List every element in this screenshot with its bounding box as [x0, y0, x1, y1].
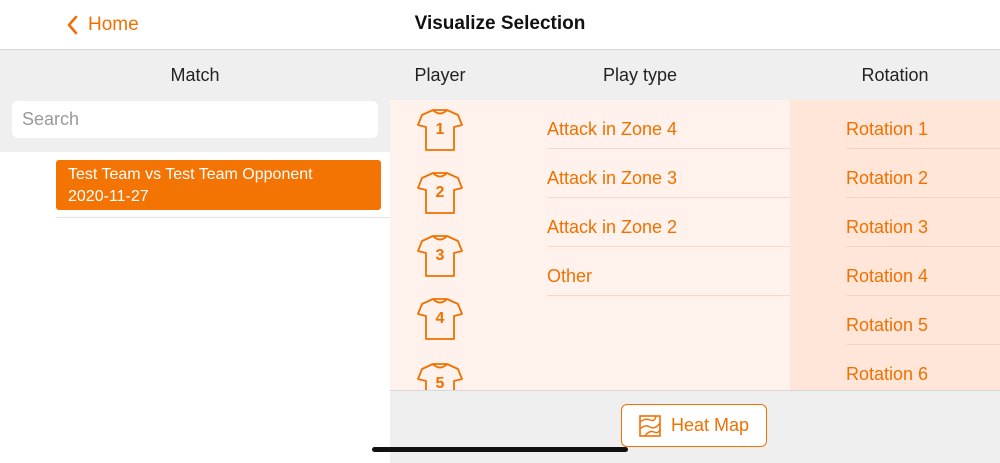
search-bar: [0, 100, 390, 152]
navigation-bar: Home Visualize Selection: [0, 0, 1000, 50]
rotation-list: Rotation 1 Rotation 2 Rotation 3 Rotatio…: [790, 100, 1000, 390]
list-divider: [56, 217, 390, 218]
play-type-item[interactable]: Attack in Zone 2: [547, 198, 790, 247]
bottom-toolbar: Heat Map: [390, 390, 1000, 463]
player-header: Player: [414, 65, 466, 85]
play-type-item[interactable]: Attack in Zone 3: [547, 149, 790, 198]
jersey-number: 3: [435, 247, 445, 264]
player-jersey-2[interactable]: 2: [416, 171, 464, 215]
home-indicator[interactable]: [372, 447, 628, 452]
play-type-item[interactable]: Attack in Zone 4: [547, 100, 790, 149]
jersey-number: 4: [435, 310, 445, 327]
player-jersey-4[interactable]: 4: [416, 297, 464, 341]
match-teams: Test Team vs Test Team Opponent: [68, 166, 313, 183]
rotation-item[interactable]: Rotation 6: [846, 345, 1000, 390]
play-type-list: Attack in Zone 4 Attack in Zone 3 Attack…: [490, 100, 790, 390]
rotation-item[interactable]: Rotation 4: [846, 247, 1000, 296]
rotation-item[interactable]: Rotation 3: [846, 198, 1000, 247]
heat-map-icon: [639, 414, 661, 437]
jersey-number: 1: [435, 121, 445, 138]
search-input[interactable]: [12, 101, 378, 138]
player-jersey-5[interactable]: 5: [416, 362, 464, 390]
page-title: Visualize Selection: [414, 13, 586, 34]
column-header-bar: Match Player Play type Rotation: [0, 50, 1000, 100]
rotation-item[interactable]: Rotation 5: [846, 296, 1000, 345]
rotation-item[interactable]: Rotation 1: [846, 100, 1000, 149]
match-panel: Test Team vs Test Team Opponent 2020-11-…: [0, 100, 390, 462]
player-jersey-3[interactable]: 3: [416, 234, 464, 278]
rotation-item[interactable]: Rotation 2: [846, 149, 1000, 198]
jersey-number: 5: [435, 375, 445, 390]
match-header: Match: [170, 65, 220, 85]
jersey-number: 2: [435, 184, 445, 201]
player-jersey-1[interactable]: 1: [416, 108, 464, 152]
rotation-header: Rotation: [861, 65, 929, 85]
play-type-header: Play type: [602, 65, 678, 85]
match-list-item[interactable]: Test Team vs Test Team Opponent 2020-11-…: [56, 160, 381, 210]
heat-map-button[interactable]: Heat Map: [621, 404, 767, 447]
match-date: 2020-11-27: [68, 188, 149, 205]
player-list: 1 2 3 4 5: [390, 100, 490, 390]
play-type-item[interactable]: Other: [547, 247, 790, 296]
heat-map-label: Heat Map: [670, 415, 750, 435]
